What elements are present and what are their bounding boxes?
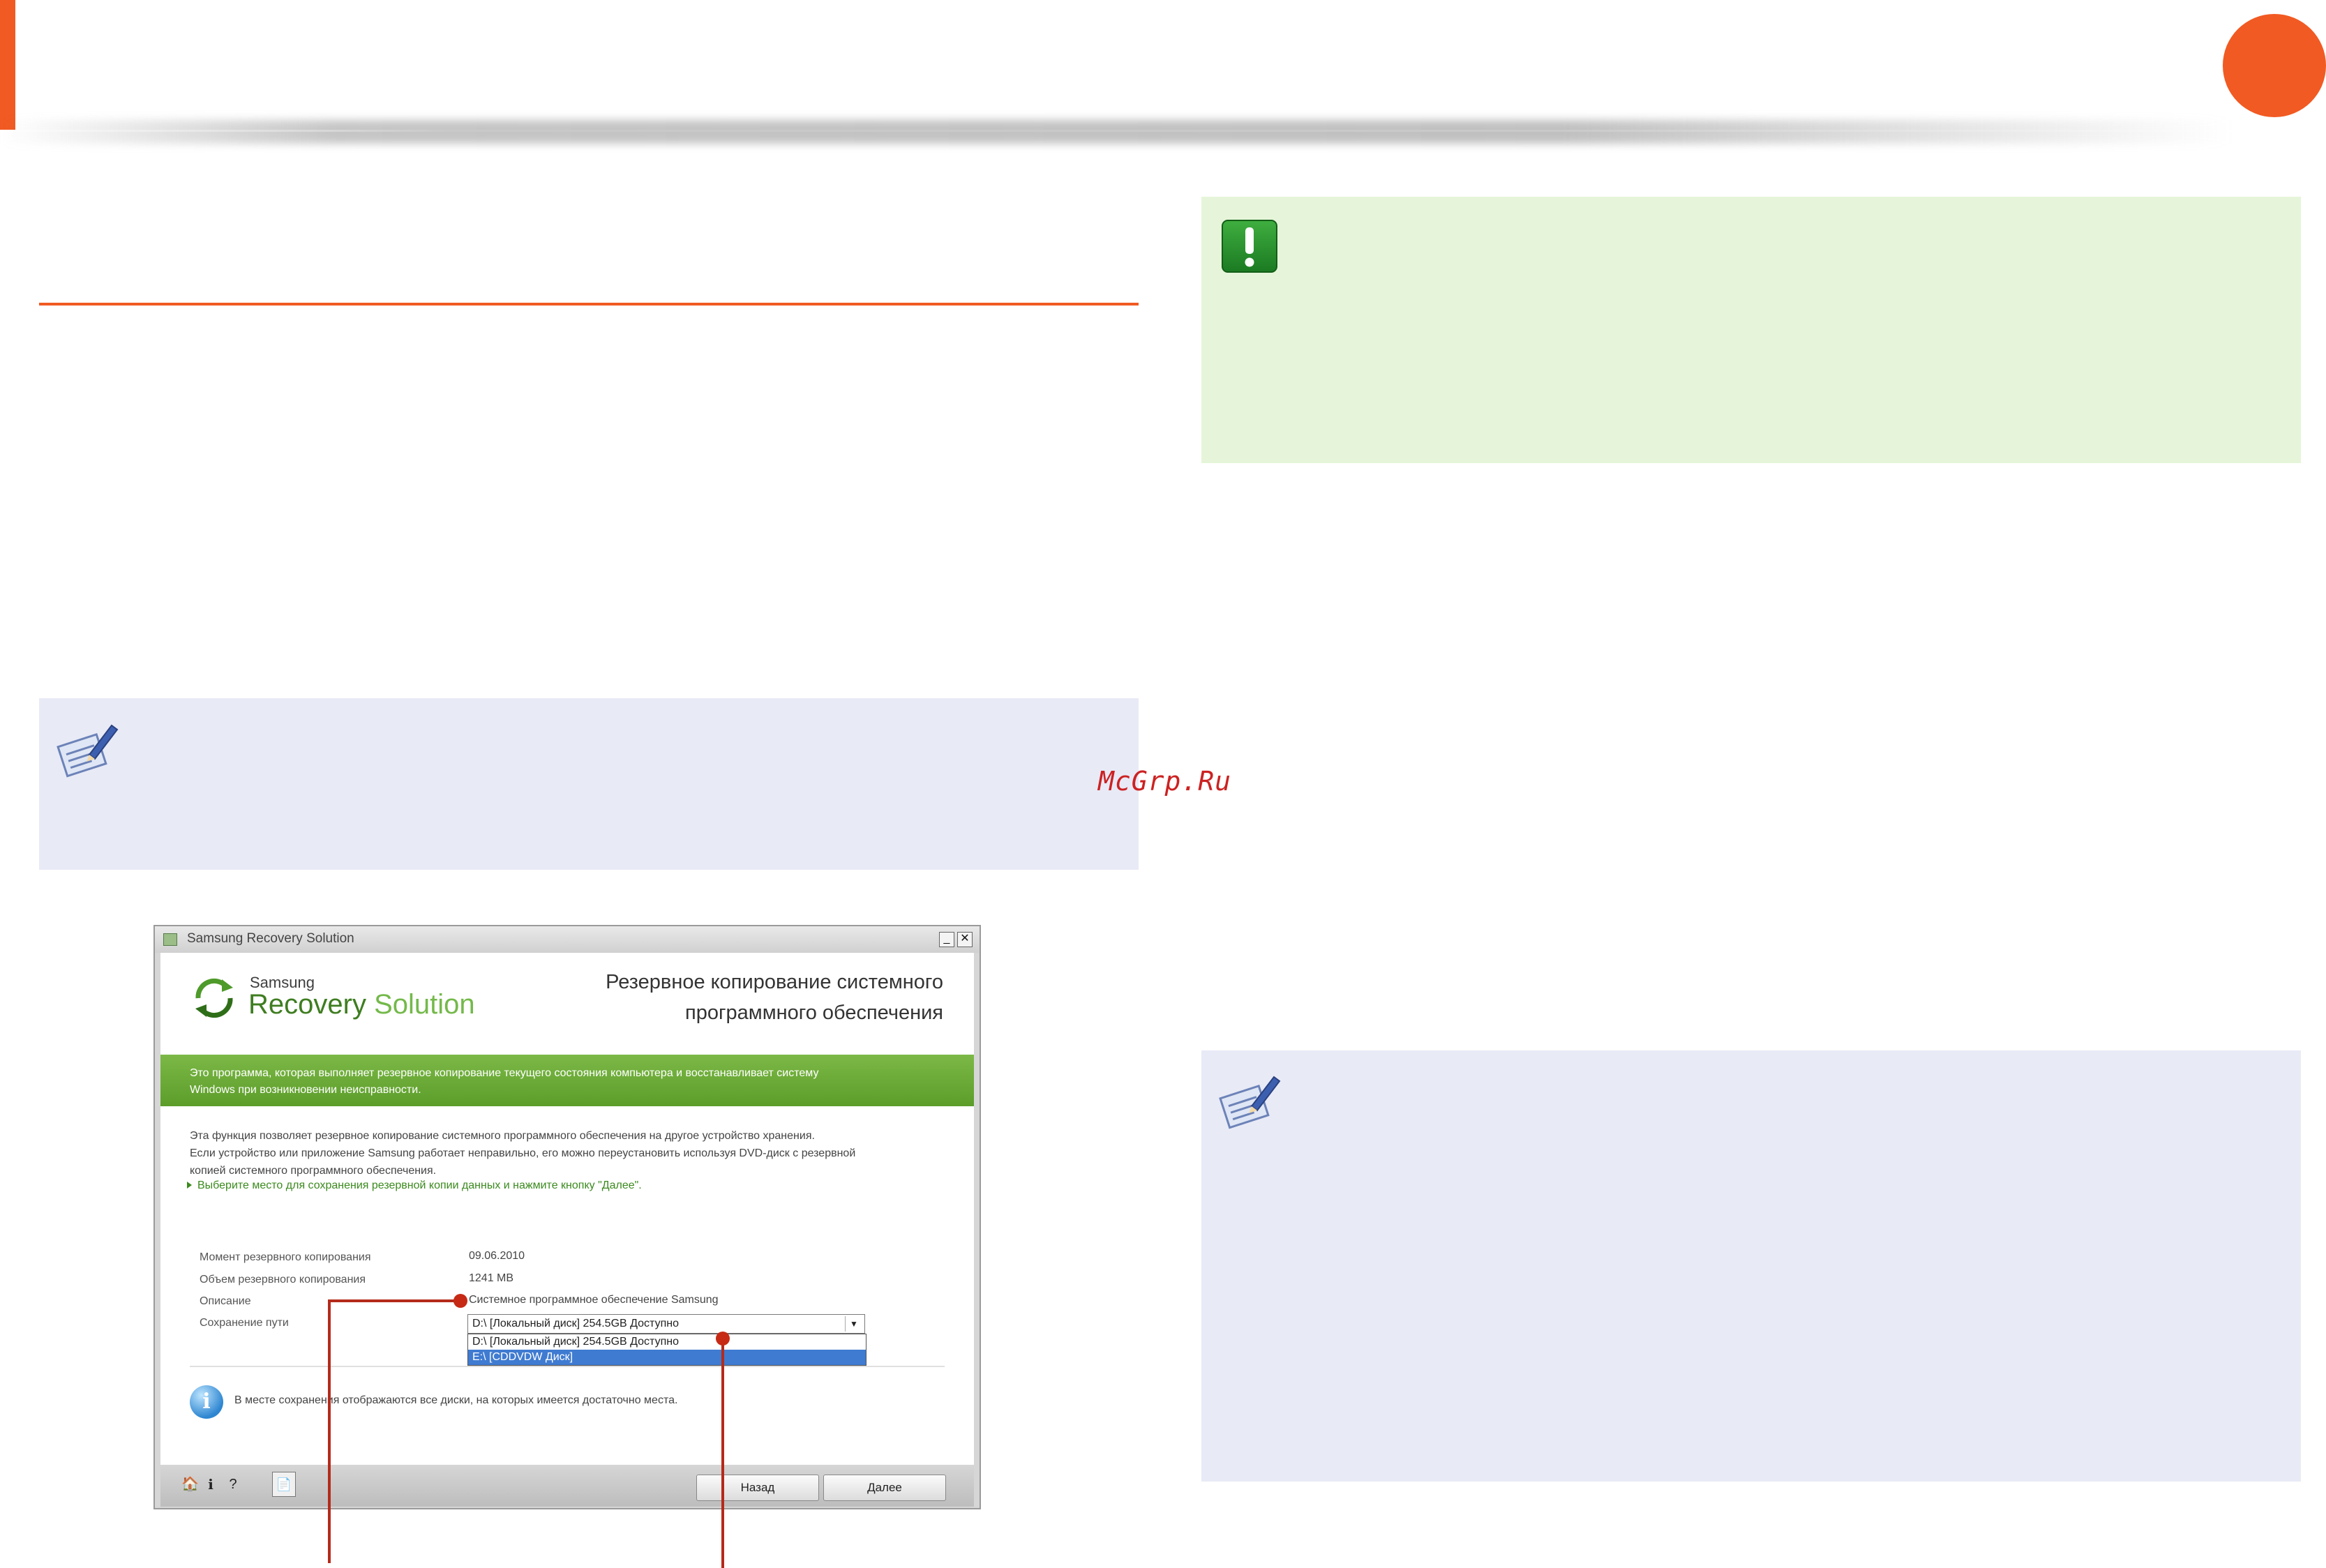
description-value: Системное программное обеспечение Samsun… bbox=[469, 1294, 719, 1306]
callout-line bbox=[328, 1299, 458, 1302]
description-banner: Это программа, которая выполняет резервн… bbox=[160, 1055, 974, 1106]
app-content: Samsung Recovery Solution Резервное копи… bbox=[160, 953, 974, 1465]
callout-line bbox=[328, 1299, 331, 1563]
app-heading: Резервное копирование системного програм… bbox=[606, 967, 943, 1028]
instruction-label: Выберите место для сохранения резервной … bbox=[197, 1179, 642, 1191]
caution-box bbox=[1201, 197, 2301, 463]
header-accent-bar bbox=[0, 0, 15, 130]
header-divider bbox=[0, 130, 2233, 132]
back-button[interactable]: Назад bbox=[696, 1475, 819, 1501]
save-path-options-list: D:\ [Локальный диск] 254.5GB Доступно E:… bbox=[467, 1334, 866, 1366]
backup-time-label: Момент резервного копирования bbox=[200, 1251, 371, 1263]
info-text: В месте сохранения отображаются все диск… bbox=[234, 1394, 678, 1406]
caution-exclamation-icon bbox=[1221, 219, 1278, 273]
home-icon[interactable]: 🏠 bbox=[181, 1475, 199, 1494]
callout-marker bbox=[453, 1294, 467, 1308]
brand-product-dark: Recovery bbox=[248, 989, 366, 1020]
info-icon: i bbox=[190, 1385, 223, 1419]
section-rule bbox=[39, 303, 1139, 306]
bullet-arrow-icon bbox=[187, 1182, 192, 1189]
save-path-option-e[interactable]: E:\ [CDDVDW Диск] bbox=[468, 1350, 866, 1365]
save-path-option-d[interactable]: D:\ [Локальный диск] 254.5GB Доступно bbox=[468, 1334, 866, 1350]
banner-line-2: Windows при возникновении неисправности. bbox=[190, 1084, 421, 1096]
dropdown-arrow-icon[interactable]: ▼ bbox=[845, 1316, 862, 1332]
about-icon[interactable]: i bbox=[202, 1475, 219, 1494]
header-shadow bbox=[0, 120, 2233, 144]
brand-product-name: Recovery Solution bbox=[248, 989, 475, 1020]
document-icon[interactable]: 📄 bbox=[272, 1472, 296, 1497]
backup-size-value: 1241 MB bbox=[469, 1272, 514, 1284]
backup-size-label: Объем резервного копирования bbox=[200, 1274, 366, 1286]
banner-line-1: Это программа, которая выполняет резервн… bbox=[190, 1067, 819, 1079]
brand-product-light: Solution bbox=[374, 989, 475, 1020]
minimize-button[interactable]: _ bbox=[939, 932, 954, 947]
close-button[interactable]: ✕ bbox=[957, 932, 973, 947]
content-divider bbox=[190, 1366, 945, 1367]
help-icon[interactable]: ? bbox=[225, 1475, 241, 1494]
callout-line bbox=[721, 1338, 724, 1568]
refresh-logo-icon bbox=[191, 975, 237, 1021]
save-path-dropdown[interactable]: D:\ [Локальный диск] 254.5GB Доступно ▼ bbox=[467, 1314, 865, 1334]
backup-time-value: 09.06.2010 bbox=[469, 1250, 525, 1262]
body-line-3: копией системного программного обеспечен… bbox=[190, 1165, 437, 1177]
note-box-left bbox=[39, 698, 1139, 870]
next-button[interactable]: Далее bbox=[823, 1475, 946, 1501]
callout-marker bbox=[716, 1332, 730, 1345]
save-path-selected: D:\ [Локальный диск] 254.5GB Доступно bbox=[472, 1318, 679, 1329]
body-line-2: Если устройство или приложение Samsung р… bbox=[190, 1147, 856, 1159]
body-line-1: Эта функция позволяет резервное копирова… bbox=[190, 1130, 815, 1142]
bottom-toolbar: 🏠 i ? 📄 Назад Далее bbox=[160, 1465, 974, 1507]
instruction-text: Выберите место для сохранения резервной … bbox=[187, 1179, 642, 1192]
title-bar: Samsung Recovery Solution _ ✕ bbox=[155, 926, 980, 953]
description-label: Описание bbox=[200, 1295, 251, 1307]
function-description: Эта функция позволяет резервное копирова… bbox=[190, 1127, 943, 1179]
watermark: McGrp.Ru bbox=[1098, 766, 1232, 797]
note-box-right bbox=[1201, 1050, 2301, 1482]
window-title: Samsung Recovery Solution bbox=[187, 931, 354, 946]
page-number-badge bbox=[2223, 14, 2326, 117]
app-heading-line-2: программного обеспечения bbox=[684, 1002, 943, 1024]
pencil-note-icon bbox=[54, 717, 121, 784]
app-small-icon bbox=[163, 933, 177, 946]
app-heading-line-1: Резервное копирование системного bbox=[606, 971, 943, 993]
app-window: Samsung Recovery Solution _ ✕ Samsung Re… bbox=[153, 925, 981, 1509]
pencil-note-icon bbox=[1217, 1069, 1284, 1136]
banner-text: Это программа, которая выполняет резервн… bbox=[190, 1065, 929, 1099]
save-path-label: Сохранение пути bbox=[200, 1317, 289, 1329]
